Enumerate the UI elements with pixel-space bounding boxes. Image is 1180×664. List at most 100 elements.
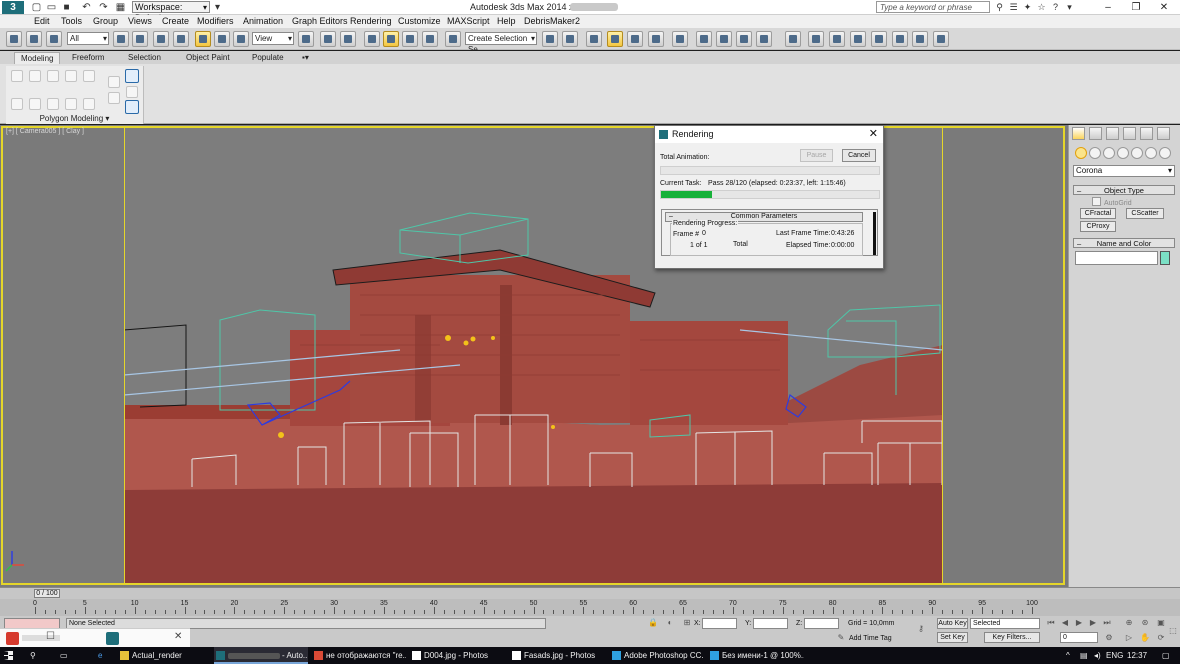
- go-to-end-icon[interactable]: ⏭: [1102, 618, 1112, 628]
- curve-editor-icon[interactable]: [627, 31, 643, 47]
- tray-overflow-icon[interactable]: ^: [1066, 647, 1070, 664]
- menu-customize[interactable]: Customize: [398, 15, 441, 28]
- vertex-icon[interactable]: [11, 70, 23, 82]
- render-frame-icon[interactable]: [912, 31, 928, 47]
- cscatter-button[interactable]: CScatter: [1126, 208, 1164, 219]
- edge-browser-icon[interactable]: e: [98, 647, 102, 664]
- zoom-icon[interactable]: ⊕: [1124, 618, 1134, 628]
- taskbar-item[interactable]: Fasads.jpg - Photos: [510, 647, 606, 664]
- zoom-extents-icon[interactable]: ▣: [1156, 618, 1166, 628]
- task-view-icon[interactable]: ▭: [60, 647, 68, 664]
- cproxy-button[interactable]: CProxy: [1080, 221, 1116, 232]
- x-coordinate-input[interactable]: [702, 618, 737, 629]
- close-icon[interactable]: ✕: [174, 631, 182, 642]
- rendered-frame-icon[interactable]: [716, 31, 732, 47]
- field-of-view-icon[interactable]: ▷: [1124, 633, 1134, 643]
- quick-access-menu-icon[interactable]: ▾: [211, 1, 224, 14]
- schematic-view-icon[interactable]: [648, 31, 664, 47]
- polygon-icon[interactable]: [65, 70, 77, 82]
- select-rotate-icon[interactable]: [214, 31, 230, 47]
- pause-button[interactable]: Pause: [800, 149, 833, 162]
- cloth-icon[interactable]: [871, 31, 887, 47]
- percent-snap-icon[interactable]: [402, 31, 418, 47]
- object-name-input[interactable]: [1075, 251, 1158, 265]
- taskbar-item[interactable]: Actual_render: [118, 647, 210, 664]
- object-type-rollout[interactable]: Object Type: [1073, 185, 1175, 195]
- toggle-modifier-icon[interactable]: [83, 98, 95, 110]
- taskbar-item[interactable]: не отображаются "re...: [312, 647, 406, 664]
- new-file-icon[interactable]: ▢: [30, 1, 43, 14]
- open-icon[interactable]: ▭: [45, 1, 58, 14]
- z-coordinate-input[interactable]: [804, 618, 839, 629]
- select-move-icon[interactable]: [195, 31, 211, 47]
- use-soft-selection-icon[interactable]: [125, 69, 139, 83]
- next-frame-icon[interactable]: ▶: [1088, 618, 1098, 628]
- tab-freeform[interactable]: Freeform: [66, 52, 110, 64]
- communication-icon[interactable]: ✦: [1022, 1, 1033, 13]
- warning-icon[interactable]: [756, 31, 772, 47]
- tab-hierarchy[interactable]: [1106, 127, 1119, 140]
- maximize-viewport-icon[interactable]: ⬚: [1168, 626, 1178, 636]
- taskbar-item[interactable]: - Auto...: [214, 647, 308, 664]
- menu-graph-editors[interactable]: Graph Editors: [292, 15, 348, 28]
- restore-icon[interactable]: ❐: [1122, 0, 1150, 15]
- workspace-dropdown[interactable]: Workspace: Default: [132, 1, 210, 23]
- named-selection-dropdown[interactable]: Create Selection Se: [465, 32, 537, 54]
- isolate-icon[interactable]: ◐: [665, 618, 675, 628]
- tab-motion[interactable]: [1123, 127, 1136, 140]
- add-time-tag[interactable]: Add Time Tag: [849, 634, 892, 643]
- taskbar-item[interactable]: Без имени-1 @ 100%...: [708, 647, 804, 664]
- element-icon[interactable]: [83, 70, 95, 82]
- render-setup-icon[interactable]: [696, 31, 712, 47]
- name-and-color-rollout[interactable]: Name and Color: [1073, 238, 1175, 248]
- mirror-icon[interactable]: [542, 31, 558, 47]
- space-warps-icon[interactable]: [1145, 147, 1157, 159]
- tab-selection[interactable]: Selection: [122, 52, 167, 64]
- orbit-icon[interactable]: ⟳: [1156, 633, 1166, 643]
- close-icon[interactable]: ✕: [1150, 0, 1178, 15]
- helpers-icon[interactable]: [1131, 147, 1143, 159]
- save-icon[interactable]: ■: [60, 1, 73, 14]
- menu-views[interactable]: Views: [128, 15, 152, 28]
- cut-icon[interactable]: [108, 92, 120, 104]
- layer-manager-icon[interactable]: [586, 31, 602, 47]
- pan-icon[interactable]: ✋: [1140, 633, 1150, 643]
- edge-icon[interactable]: [29, 70, 41, 82]
- lock-icon[interactable]: 🔒: [648, 618, 658, 628]
- previous-modifier-icon[interactable]: [29, 98, 41, 110]
- film-icon[interactable]: [892, 31, 908, 47]
- border-icon[interactable]: [47, 70, 59, 82]
- absolute-mode-icon[interactable]: ⊞: [682, 618, 692, 628]
- key-mode-icon[interactable]: ⚷: [916, 624, 926, 634]
- zoom-all-icon[interactable]: ⊛: [1140, 618, 1150, 628]
- reference-coordinate-dropdown[interactable]: View: [252, 32, 294, 45]
- menu-modifiers[interactable]: Modifiers: [197, 15, 234, 28]
- menu-rendering[interactable]: Rendering: [350, 15, 392, 28]
- tab-modify[interactable]: [1089, 127, 1102, 140]
- menu-create[interactable]: Create: [162, 15, 189, 28]
- binoculars-icon[interactable]: ⚲: [994, 1, 1005, 13]
- volume-icon[interactable]: ◂): [1094, 647, 1101, 664]
- show-end-result-icon[interactable]: [125, 100, 139, 114]
- menu-debrismaker2[interactable]: DebrisMaker2: [524, 15, 580, 28]
- unlink-icon[interactable]: [26, 31, 42, 47]
- angle-snap-icon[interactable]: [383, 31, 399, 47]
- project-folder-icon[interactable]: ▦: [114, 1, 127, 14]
- ribbon-options-icon[interactable]: ▪▾: [296, 52, 315, 64]
- shirt-icon[interactable]: [850, 31, 866, 47]
- object-category-dropdown[interactable]: Corona: [1073, 165, 1175, 177]
- y-coordinate-input[interactable]: [753, 618, 788, 629]
- menu-maxscript[interactable]: MAXScript: [447, 15, 490, 28]
- menu-group[interactable]: Group: [93, 15, 118, 28]
- select-scale-icon[interactable]: [233, 31, 249, 47]
- panel-label[interactable]: Polygon Modeling ▾: [6, 114, 143, 123]
- material-editor-icon[interactable]: [672, 31, 688, 47]
- start-icon[interactable]: [4, 651, 13, 660]
- auto-key-button[interactable]: Auto Key: [937, 618, 968, 629]
- key-filters-button[interactable]: Key Filters...: [984, 632, 1040, 643]
- 3dsmax-taskbar-icon[interactable]: [6, 632, 19, 645]
- menu-help[interactable]: Help: [497, 15, 516, 28]
- systems-icon[interactable]: [1159, 147, 1171, 159]
- corona-interactive-icon[interactable]: [785, 31, 801, 47]
- link-icon[interactable]: [6, 31, 22, 47]
